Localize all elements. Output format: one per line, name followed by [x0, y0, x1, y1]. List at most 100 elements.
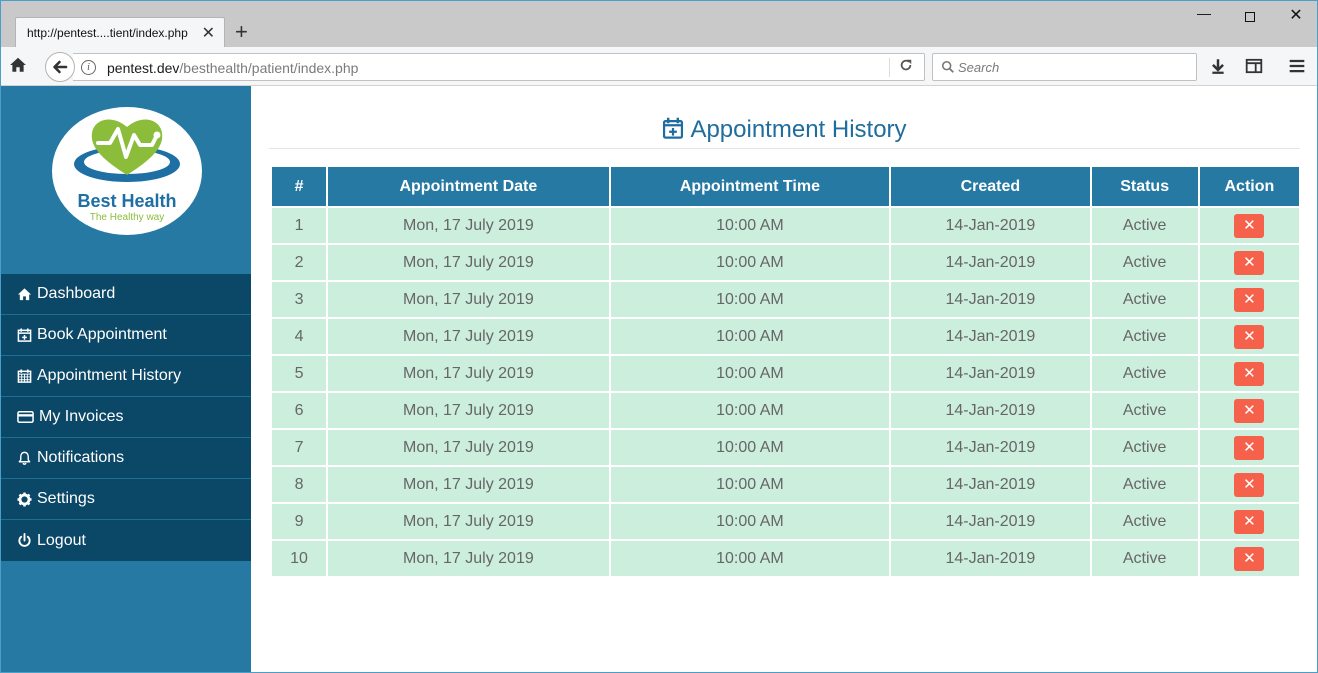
- table-row: 7 Mon, 17 July 2019 10:00 AM 14-Jan-2019 Act…: [272, 430, 1299, 465]
- reload-button[interactable]: [899, 58, 913, 77]
- cell-row-number: 10: [272, 541, 327, 576]
- sidebar-item-dashboard[interactable]: Dashboard: [1, 274, 251, 315]
- cell-status: Active: [1091, 430, 1198, 465]
- bell-icon: [18, 451, 31, 465]
- window-minimize-button[interactable]: —: [1181, 5, 1227, 29]
- sidebar-item-appointment-history[interactable]: Appointment History: [1, 356, 251, 397]
- url-text[interactable]: pentest.dev/besthealth/patient/index.php: [107, 60, 358, 76]
- library-icon: [1245, 58, 1263, 74]
- sidebar-item-label: Book Appointment: [37, 326, 167, 343]
- tab-close-icon[interactable]: ✕: [202, 23, 215, 43]
- cell-action: ✕: [1199, 467, 1299, 502]
- cancel-appointment-button[interactable]: ✕: [1234, 509, 1265, 534]
- cell-appointment-date: Mon, 17 July 2019: [328, 541, 609, 576]
- page-title-text: Appointment History: [690, 116, 907, 143]
- tab-title: http://pentest....tient/index.php: [27, 26, 188, 40]
- cell-row-number: 6: [272, 393, 327, 428]
- cell-row-number: 9: [272, 504, 327, 539]
- cancel-appointment-button[interactable]: ✕: [1234, 213, 1265, 238]
- cell-appointment-time: 10:00 AM: [610, 356, 890, 391]
- cell-appointment-time: 10:00 AM: [610, 430, 890, 465]
- cell-appointment-time: 10:00 AM: [610, 319, 890, 354]
- cell-appointment-date: Mon, 17 July 2019: [328, 430, 609, 465]
- cell-appointment-date: Mon, 17 July 2019: [328, 467, 609, 502]
- sidebar: Best Health The Healthy way Dashboard Bo…: [1, 86, 251, 672]
- cancel-appointment-button[interactable]: ✕: [1234, 250, 1265, 275]
- table-row: 5 Mon, 17 July 2019 10:00 AM 14-Jan-2019 Act…: [272, 356, 1299, 391]
- search-bar[interactable]: [932, 53, 1197, 81]
- cell-action: ✕: [1199, 430, 1299, 465]
- sidebar-item-logout[interactable]: Logout: [1, 520, 251, 561]
- cancel-appointment-button[interactable]: ✕: [1234, 361, 1265, 386]
- cancel-appointment-button[interactable]: ✕: [1234, 546, 1265, 571]
- cancel-appointment-button[interactable]: ✕: [1234, 287, 1265, 312]
- column-header-appointment-date: Appointment Date: [328, 167, 609, 206]
- sidebar-item-settings[interactable]: Settings: [1, 479, 251, 520]
- cancel-appointment-button[interactable]: ✕: [1234, 435, 1265, 460]
- cell-status: Active: [1091, 467, 1198, 502]
- cell-action: ✕: [1199, 504, 1299, 539]
- table-row: 1 Mon, 17 July 2019 10:00 AM 14-Jan-2019 Act…: [272, 208, 1299, 243]
- cell-status: Active: [1091, 282, 1198, 317]
- column-header-appointment-time: Appointment Time: [610, 167, 890, 206]
- browser-tab[interactable]: http://pentest....tient/index.php ✕: [15, 17, 225, 48]
- calendar-plus-icon: [663, 117, 684, 139]
- sidebar-item-label: Dashboard: [37, 285, 116, 302]
- sidebar-item-my-invoices[interactable]: My Invoices: [1, 397, 251, 438]
- cell-appointment-date: Mon, 17 July 2019: [328, 393, 609, 428]
- cell-appointment-time: 10:00 AM: [610, 504, 890, 539]
- cell-appointment-time: 10:00 AM: [610, 208, 890, 243]
- cell-appointment-time: 10:00 AM: [610, 282, 890, 317]
- sidebar-toggle-button[interactable]: [1245, 57, 1265, 77]
- search-icon: [941, 60, 954, 73]
- table-header-row: # Appointment Date Appointment Time Crea…: [272, 167, 1299, 206]
- search-input[interactable]: [958, 57, 1188, 77]
- cancel-appointment-button[interactable]: ✕: [1234, 472, 1265, 497]
- cell-row-number: 1: [272, 208, 327, 243]
- site-info-icon[interactable]: i: [81, 60, 96, 75]
- cell-status: Active: [1091, 208, 1198, 243]
- column-header-created: Created: [891, 167, 1090, 206]
- new-tab-icon[interactable]: +: [235, 19, 248, 45]
- cell-appointment-date: Mon, 17 July 2019: [328, 319, 609, 354]
- sidebar-item-book-appointment[interactable]: Book Appointment: [1, 315, 251, 356]
- home-button[interactable]: [9, 56, 29, 76]
- cell-status: Active: [1091, 356, 1198, 391]
- url-separator: [889, 58, 890, 77]
- cell-row-number: 7: [272, 430, 327, 465]
- cell-created-date: 14-Jan-2019: [891, 282, 1090, 317]
- window-close-button[interactable]: ✕: [1273, 5, 1317, 29]
- cell-appointment-time: 10:00 AM: [610, 467, 890, 502]
- cell-row-number: 3: [272, 282, 327, 317]
- cell-action: ✕: [1199, 356, 1299, 391]
- table-row: 4 Mon, 17 July 2019 10:00 AM 14-Jan-2019 Act…: [272, 319, 1299, 354]
- page-title: Appointment History: [269, 116, 1300, 144]
- cancel-appointment-button[interactable]: ✕: [1234, 324, 1265, 349]
- downloads-button[interactable]: [1209, 57, 1229, 77]
- cell-appointment-date: Mon, 17 July 2019: [328, 245, 609, 280]
- hamburger-icon: [1289, 59, 1305, 73]
- column-header-action: Action: [1199, 167, 1299, 206]
- sidebar-item-notifications[interactable]: Notifications: [1, 438, 251, 479]
- browser-window: http://pentest....tient/index.php ✕ + — …: [0, 0, 1318, 673]
- menu-button[interactable]: [1288, 57, 1308, 77]
- cell-row-number: 2: [272, 245, 327, 280]
- power-icon: [18, 533, 31, 547]
- cell-status: Active: [1091, 504, 1198, 539]
- cell-action: ✕: [1199, 282, 1299, 317]
- title-divider: [269, 148, 1300, 149]
- table-row: 8 Mon, 17 July 2019 10:00 AM 14-Jan-2019 Act…: [272, 467, 1299, 502]
- table-row: 2 Mon, 17 July 2019 10:00 AM 14-Jan-2019 Act…: [272, 245, 1299, 280]
- back-button[interactable]: [45, 52, 75, 82]
- gear-icon: [17, 491, 32, 507]
- column-header-number: #: [272, 167, 327, 206]
- url-host: pentest.dev: [107, 60, 180, 76]
- navigation-bar: i pentest.dev/besthealth/patient/index.p…: [1, 47, 1317, 86]
- table-body: 1 Mon, 17 July 2019 10:00 AM 14-Jan-2019 Act…: [272, 208, 1299, 576]
- download-icon: [1212, 59, 1224, 74]
- url-path: /besthealth/patient/index.php: [179, 60, 359, 76]
- cell-created-date: 14-Jan-2019: [891, 356, 1090, 391]
- cancel-appointment-button[interactable]: ✕: [1234, 398, 1265, 423]
- window-maximize-button[interactable]: [1227, 5, 1273, 29]
- url-bar[interactable]: i pentest.dev/besthealth/patient/index.p…: [73, 53, 925, 81]
